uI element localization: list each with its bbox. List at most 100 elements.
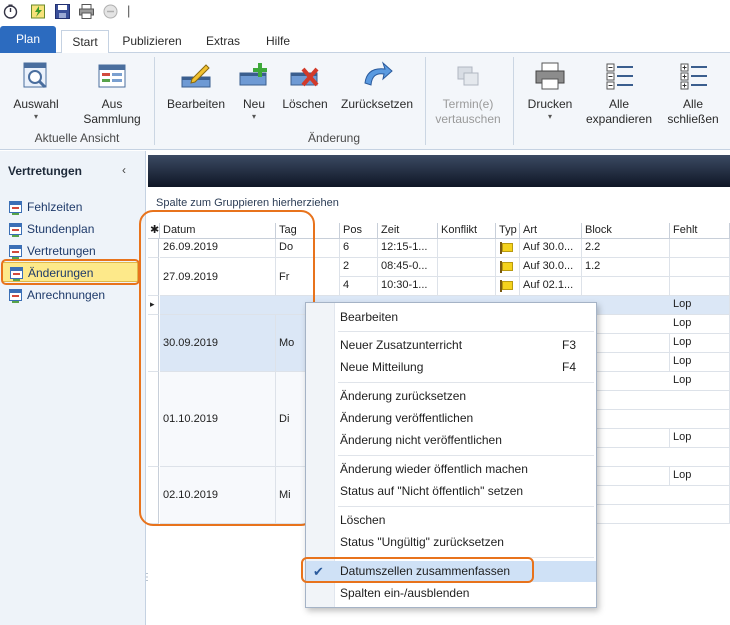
- calendar-icon: [9, 201, 22, 215]
- alle-expandieren-button[interactable]: Alle expandieren: [582, 61, 656, 127]
- cell-fehlt[interactable]: [670, 258, 730, 277]
- cell-art[interactable]: Auf 30.0...: [520, 258, 582, 277]
- cell-typ[interactable]: [496, 258, 520, 277]
- timer-icon[interactable]: [3, 4, 18, 19]
- cell-konflikt[interactable]: [438, 239, 496, 258]
- alle-expandieren-label-1: Alle: [608, 97, 629, 111]
- tab-hilfe[interactable]: Hilfe: [255, 30, 301, 53]
- menu-item-neuer-zusatzunterricht[interactable]: Neuer Zusatzunterricht F3: [306, 335, 596, 356]
- menu-item-aenderung-wieder-oeffentlich[interactable]: Änderung wieder öffentlich machen: [306, 459, 596, 480]
- row-selector[interactable]: [148, 372, 159, 467]
- cell-block[interactable]: 1.2: [582, 258, 670, 277]
- menu-item-label: Neuer Zusatzunterricht: [340, 338, 463, 352]
- column-header-art[interactable]: Art: [520, 223, 582, 239]
- cell-pos[interactable]: 2: [340, 258, 378, 277]
- tab-plan[interactable]: Plan: [0, 26, 56, 53]
- column-header-datum[interactable]: Datum: [160, 223, 276, 239]
- auswahl-caret: ▾: [33, 112, 38, 121]
- cell-typ[interactable]: [496, 277, 520, 296]
- drucken-button[interactable]: Drucken ▾: [522, 61, 578, 122]
- row-selector[interactable]: [148, 239, 159, 258]
- tab-extras[interactable]: Extras: [197, 30, 249, 53]
- cell-fehlt[interactable]: Lop: [670, 467, 730, 486]
- cell-datum[interactable]: 26.09.2019: [160, 239, 276, 258]
- flag-icon: [500, 261, 513, 273]
- menu-item-spalten-ein-ausblenden[interactable]: Spalten ein-/ausblenden: [306, 583, 596, 604]
- termine-vertauschen-button[interactable]: Termin(e) vertauschen: [430, 61, 506, 127]
- column-header-block[interactable]: Block: [582, 223, 670, 239]
- cell-zeit[interactable]: 08:45-0...: [378, 258, 438, 277]
- auswahl-button[interactable]: Auswahl ▾: [8, 61, 64, 122]
- menu-item-bearbeiten[interactable]: Bearbeiten: [306, 307, 596, 328]
- shortcut-f4: F4: [561, 360, 576, 374]
- cell-konflikt[interactable]: [438, 277, 496, 296]
- row-selector[interactable]: [148, 258, 159, 296]
- cell-block[interactable]: [582, 277, 670, 296]
- cell-art[interactable]: Auf 02.1...: [520, 277, 582, 296]
- cell-fehlt[interactable]: Lop: [670, 315, 730, 334]
- cell-zeit[interactable]: 10:30-1...: [378, 277, 438, 296]
- menu-item-status-ungueltig[interactable]: Status "Ungültig" zurücksetzen: [306, 532, 596, 553]
- menu-item-aenderung-zuruecksetzen[interactable]: Änderung zurücksetzen: [306, 386, 596, 407]
- cell-fehlt[interactable]: Lop: [670, 372, 730, 391]
- cell-datum-merged[interactable]: 01.10.2019: [160, 372, 276, 467]
- cell-fehlt[interactable]: Lop: [670, 353, 730, 372]
- zuruecksetzen-button[interactable]: Zurücksetzen: [338, 61, 416, 112]
- current-row-indicator[interactable]: ▸: [148, 296, 159, 315]
- cell-zeit[interactable]: 12:15-1...: [378, 239, 438, 258]
- cell-pos[interactable]: 6: [340, 239, 378, 258]
- column-header-typ[interactable]: Typ: [496, 223, 520, 239]
- collapse-all-icon: [677, 61, 709, 91]
- nav-item-anrechnungen[interactable]: Anrechnungen: [8, 285, 138, 305]
- row-selector[interactable]: [148, 467, 159, 524]
- nav-item-fehlzeiten[interactable]: Fehlzeiten: [8, 197, 138, 217]
- toolbar-separator: |: [127, 3, 131, 18]
- tab-start[interactable]: Start: [61, 30, 109, 54]
- alle-schliessen-button[interactable]: Alle schließen: [662, 61, 724, 127]
- column-header-tag[interactable]: Tag: [276, 223, 340, 239]
- menu-item-status-nicht-oeffentlich[interactable]: Status auf "Nicht öffentlich" setzen: [306, 481, 596, 502]
- aus-sammlung-button[interactable]: Aus Sammlung: [82, 61, 142, 127]
- cell-fehlt[interactable]: Lop: [670, 334, 730, 353]
- quick-access-toolbar: |: [0, 0, 730, 24]
- nav-title: Vertretungen: [8, 164, 83, 178]
- cell-fehlt[interactable]: [670, 239, 730, 258]
- column-header-zeit[interactable]: Zeit: [378, 223, 438, 239]
- nav-item-vertretungen[interactable]: Vertretungen: [8, 241, 138, 261]
- cell-art[interactable]: Auf 30.0...: [520, 239, 582, 258]
- column-header-fehlt[interactable]: Fehlt: [670, 223, 730, 239]
- column-header-pos[interactable]: Pos: [340, 223, 378, 239]
- nav-collapse-icon[interactable]: ‹: [122, 163, 126, 177]
- cell-fehlt[interactable]: [670, 277, 730, 296]
- cell-fehlt[interactable]: Lop: [670, 296, 730, 315]
- cell-tag-merged[interactable]: Fr: [276, 258, 340, 296]
- row-selector[interactable]: [148, 315, 159, 372]
- save-icon[interactable]: [55, 4, 70, 19]
- cell-tag[interactable]: Do: [276, 239, 340, 258]
- menu-item-aenderung-nicht-veroeffentlichen[interactable]: Änderung nicht veröffentlichen: [306, 430, 596, 451]
- cell-typ[interactable]: [496, 239, 520, 258]
- nav-item-stundenplan[interactable]: Stundenplan: [8, 219, 138, 239]
- bearbeiten-button[interactable]: Bearbeiten: [164, 61, 228, 112]
- cell-datum-merged[interactable]: 30.09.2019: [160, 315, 276, 372]
- menu-item-neue-mitteilung[interactable]: Neue Mitteilung F4: [306, 357, 596, 378]
- menu-item-aenderung-veroeffentlichen[interactable]: Änderung veröffentlichen: [306, 408, 596, 429]
- menu-item-label: Datumszellen zusammenfassen: [340, 564, 511, 578]
- termine-label-2: vertauschen: [435, 112, 501, 126]
- loeschen-button[interactable]: Löschen: [280, 61, 330, 112]
- neu-button[interactable]: Neu ▾: [236, 61, 272, 122]
- cell-datum-merged[interactable]: 27.09.2019: [160, 258, 276, 296]
- tab-publizieren[interactable]: Publizieren: [114, 30, 190, 53]
- group-by-hint: Spalte zum Gruppieren hierherziehen: [156, 197, 339, 209]
- column-header-konflikt[interactable]: Konflikt: [438, 223, 496, 239]
- cell-datum-merged[interactable]: 02.10.2019: [160, 467, 276, 524]
- print-icon[interactable]: [79, 4, 94, 19]
- menu-item-datumszellen-zusammenfassen[interactable]: ✔ Datumszellen zusammenfassen: [306, 561, 596, 582]
- stop-icon[interactable]: [103, 4, 118, 19]
- cell-block[interactable]: 2.2: [582, 239, 670, 258]
- cell-pos[interactable]: 4: [340, 277, 378, 296]
- menu-item-loeschen[interactable]: Löschen: [306, 510, 596, 531]
- lightning-icon[interactable]: [31, 4, 46, 19]
- cell-konflikt[interactable]: [438, 258, 496, 277]
- cell-fehlt[interactable]: Lop: [670, 429, 730, 448]
